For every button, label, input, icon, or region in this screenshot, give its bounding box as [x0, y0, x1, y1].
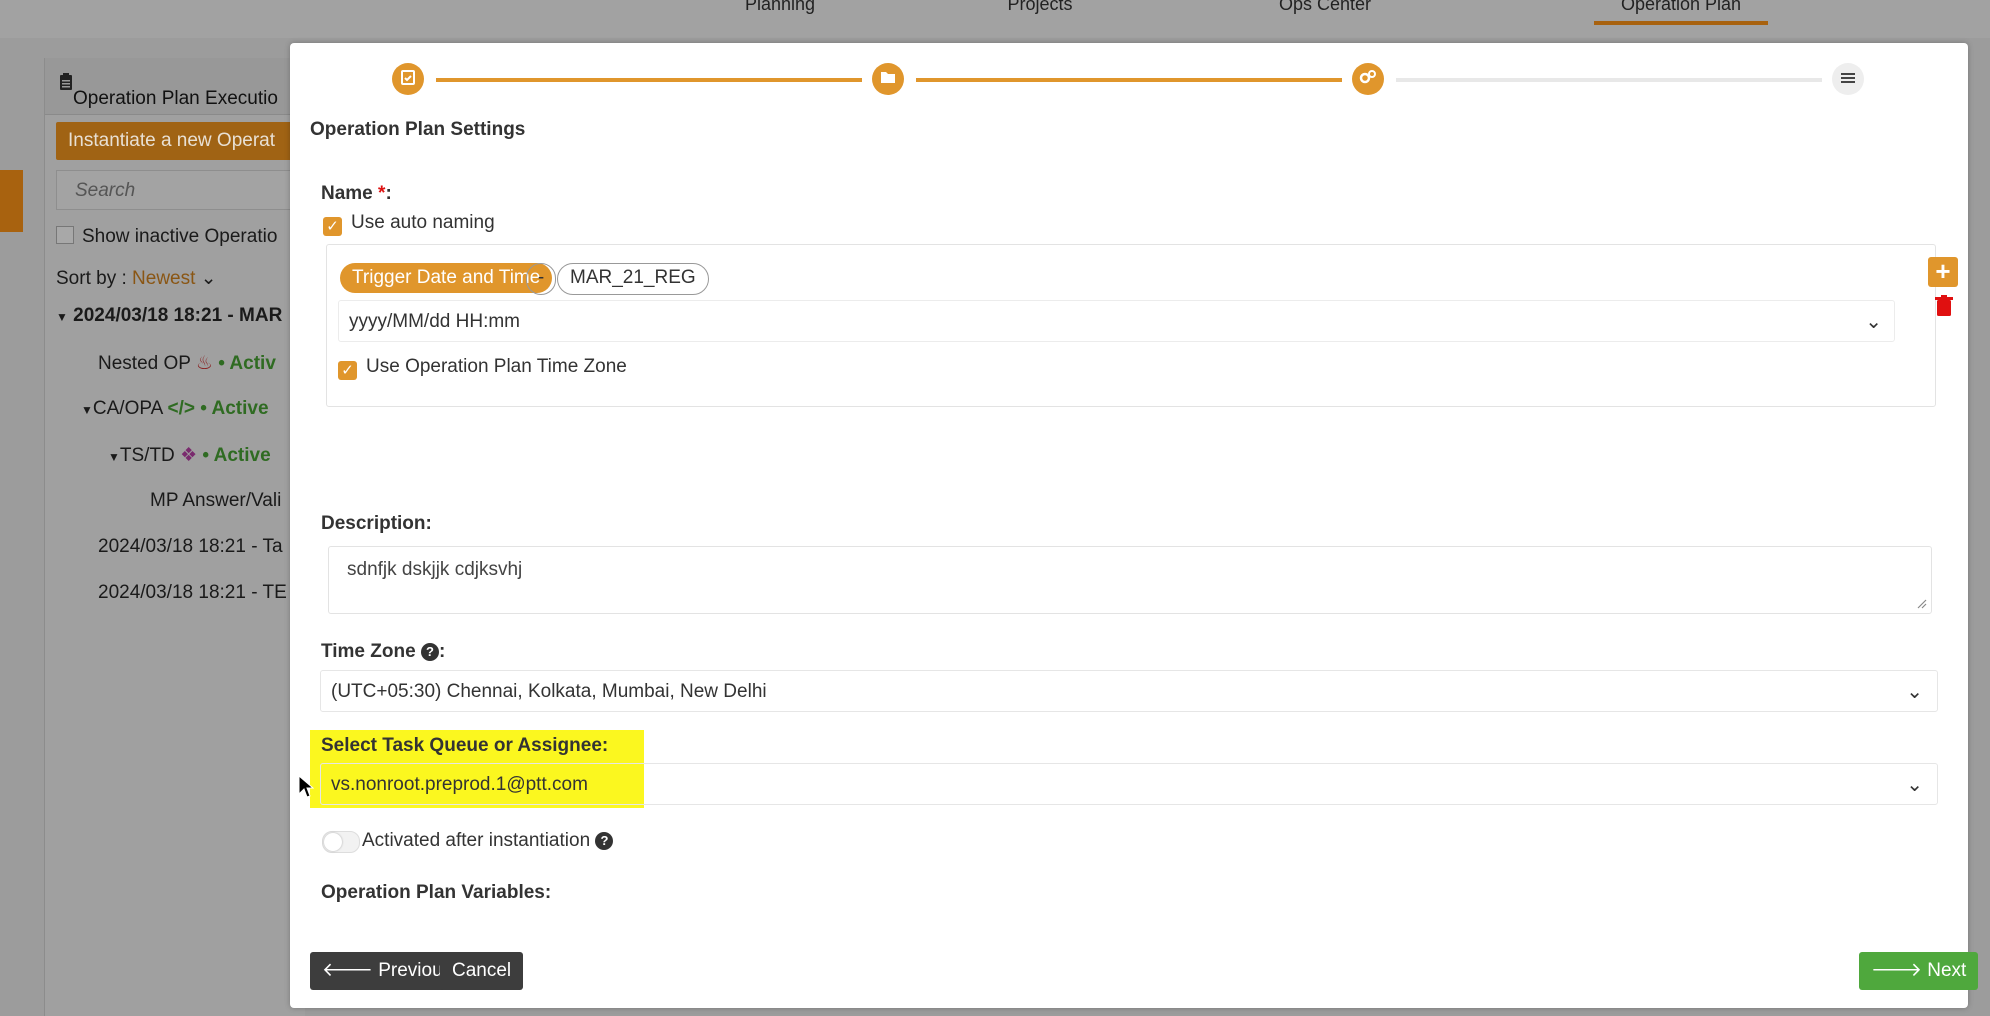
chevron-down-icon[interactable]: ⌄: [201, 268, 217, 289]
task-queue-value: vs.nonroot.preprod.1@ptt.com: [331, 774, 588, 795]
step-3-gears-icon[interactable]: [1352, 63, 1384, 95]
name-builder: Trigger Date and Time - MAR_21_REG + yyy…: [326, 244, 1958, 407]
tree-item[interactable]: ▼TS/TD ❖ • Active: [108, 444, 271, 467]
show-inactive-label: Show inactive Operatio: [82, 226, 278, 247]
panel-title: Operation Plan Executio: [59, 73, 278, 109]
name-label-text: Name: [321, 183, 373, 204]
activated-row: Activated after instantiation ?: [362, 830, 614, 852]
timezone-select[interactable]: (UTC+05:30) Chennai, Kolkata, Mumbai, Ne…: [320, 670, 1938, 712]
code-icon: </>: [167, 398, 195, 419]
arrow-right-icon: 🡒: [1871, 960, 1922, 981]
description-textarea[interactable]: sdnfjk dskjjk cdjksvhj: [328, 546, 1932, 614]
timezone-label-text: Time Zone: [321, 641, 416, 662]
checkbox-checked[interactable]: ✓: [338, 361, 357, 380]
instantiate-button[interactable]: Instantiate a new Operat: [56, 122, 306, 160]
description-label: Description:: [321, 513, 432, 534]
caret-down-icon[interactable]: ▼: [81, 403, 93, 417]
name-part-trigger[interactable]: Trigger Date and Time: [340, 263, 553, 293]
status-badge: • Active: [200, 398, 269, 419]
panel-header: Operation Plan Executio: [45, 58, 305, 115]
name-label: Name *:: [321, 183, 392, 205]
tree-item-label: 2024/03/18 18:21 - TE: [98, 582, 287, 603]
left-accent-strip: [0, 170, 23, 232]
task-queue-label: Select Task Queue or Assignee:: [321, 735, 609, 756]
search-input[interactable]: Search: [56, 170, 306, 210]
activated-label: Activated after instantiation: [362, 830, 591, 851]
question-circle-icon[interactable]: ?: [420, 643, 439, 661]
tree-item-label: 2024/03/18 18:21 - Ta: [98, 536, 283, 557]
cancel-label: Cancel: [452, 960, 512, 981]
step-2-folder-icon[interactable]: [872, 63, 904, 95]
name-part-suffix[interactable]: MAR_21_REG: [557, 263, 709, 295]
tree-item-label: TS/TD: [119, 445, 175, 466]
caret-down-icon[interactable]: ▼: [56, 310, 68, 324]
use-tz-label: Use Operation Plan Time Zone: [366, 356, 627, 377]
use-tz-checkbox[interactable]: ✓ Use Operation Plan Time Zone: [338, 356, 627, 380]
next-label: Next: [1927, 960, 1967, 981]
step-1-clipboard-icon[interactable]: [392, 63, 424, 95]
use-auto-naming-checkbox[interactable]: ✓ Use auto naming: [323, 212, 495, 236]
date-format-select[interactable]: yyyy/MM/dd HH:mm ⌄: [338, 300, 1895, 342]
status-badge: • Activ: [218, 353, 276, 374]
mouse-cursor-icon: [298, 775, 314, 798]
tree-item-label: 2024/03/18 18:21 - MAR: [73, 305, 283, 326]
tree-item[interactable]: ▼ 2024/03/18 18:21 - MAR: [56, 305, 282, 327]
arrow-left-icon: 🡐: [322, 960, 373, 981]
tree-item[interactable]: Nested OP ♨ • Activ: [98, 352, 276, 375]
fire-icon: ♨: [195, 353, 213, 374]
top-navigation: Planning Projects Ops Center Operation P…: [0, 0, 1990, 38]
operation-plan-execution-panel: Operation Plan Executio Instantiate a ne…: [44, 58, 306, 1016]
checkbox-box[interactable]: [56, 226, 74, 244]
sort-label: Sort by :: [56, 268, 127, 289]
tree-item-label: Nested OP: [98, 353, 191, 374]
step-connector: [916, 78, 1342, 82]
sort-control[interactable]: Sort by : Newest ⌄: [56, 267, 217, 290]
tab-ops-center[interactable]: Ops Center: [1250, 0, 1400, 15]
name-label-colon: :: [385, 183, 392, 204]
activated-toggle[interactable]: [322, 831, 360, 853]
tree-item[interactable]: ▼CA/OPA </> • Active: [81, 398, 269, 420]
fingerprint-icon: ❖: [180, 445, 198, 466]
status-badge: • Active: [202, 445, 271, 466]
cancel-button[interactable]: Cancel: [440, 952, 524, 990]
timezone-label-colon: :: [438, 641, 446, 662]
plus-icon[interactable]: +: [1928, 257, 1958, 287]
checkbox-checked[interactable]: ✓: [323, 217, 342, 236]
tree-item[interactable]: 2024/03/18 18:21 - Ta: [98, 536, 283, 558]
tab-projects[interactable]: Projects: [980, 0, 1100, 15]
chevron-down-icon[interactable]: ⌄: [1906, 671, 1923, 713]
use-auto-naming-label: Use auto naming: [351, 212, 495, 233]
description-value: sdnfjk dskjjk cdjksvhj: [347, 559, 523, 580]
name-part-separator[interactable]: -: [526, 263, 556, 295]
tree-item-label: CA/OPA: [92, 398, 163, 419]
variables-label: Operation Plan Variables:: [321, 882, 552, 903]
timezone-label: Time Zone ?:: [321, 641, 445, 663]
operation-plan-settings-modal: Operation Plan Settings Name *: ✓ Use aut…: [290, 43, 1979, 1008]
clipboard-icon: [60, 73, 72, 90]
resize-handle-icon[interactable]: [1915, 597, 1927, 609]
question-circle-icon[interactable]: ?: [595, 832, 614, 850]
tree-item[interactable]: MP Answer/Vali: [150, 490, 281, 512]
tab-operation-plan[interactable]: Operation Plan: [1594, 0, 1768, 25]
trash-icon[interactable]: [1935, 295, 1953, 317]
sort-value[interactable]: Newest: [132, 268, 195, 289]
tab-planning[interactable]: Planning: [720, 0, 840, 15]
wizard-stepper: [290, 43, 1968, 123]
show-inactive-checkbox[interactable]: Show inactive Operatio: [56, 226, 277, 248]
next-button[interactable]: 🡒 Next: [1859, 952, 1979, 990]
tree-item[interactable]: 2024/03/18 18:21 - TE: [98, 582, 287, 604]
date-format-value: yyyy/MM/dd HH:mm: [349, 311, 520, 332]
chevron-down-icon[interactable]: ⌄: [1906, 764, 1923, 806]
section-title: Operation Plan Settings: [310, 119, 526, 140]
chevron-down-icon[interactable]: ⌄: [1865, 301, 1882, 343]
step-connector: [436, 78, 862, 82]
caret-down-icon[interactable]: ▼: [108, 450, 120, 464]
timezone-value: (UTC+05:30) Chennai, Kolkata, Mumbai, Ne…: [331, 681, 767, 702]
panel-title-text: Operation Plan Executio: [73, 88, 278, 109]
tree-item-label: MP Answer/Vali: [150, 490, 282, 511]
step-4-sliders-icon[interactable]: [1832, 63, 1864, 95]
step-connector: [1396, 78, 1822, 82]
task-queue-select[interactable]: vs.nonroot.preprod.1@ptt.com ⌄: [320, 763, 1938, 805]
